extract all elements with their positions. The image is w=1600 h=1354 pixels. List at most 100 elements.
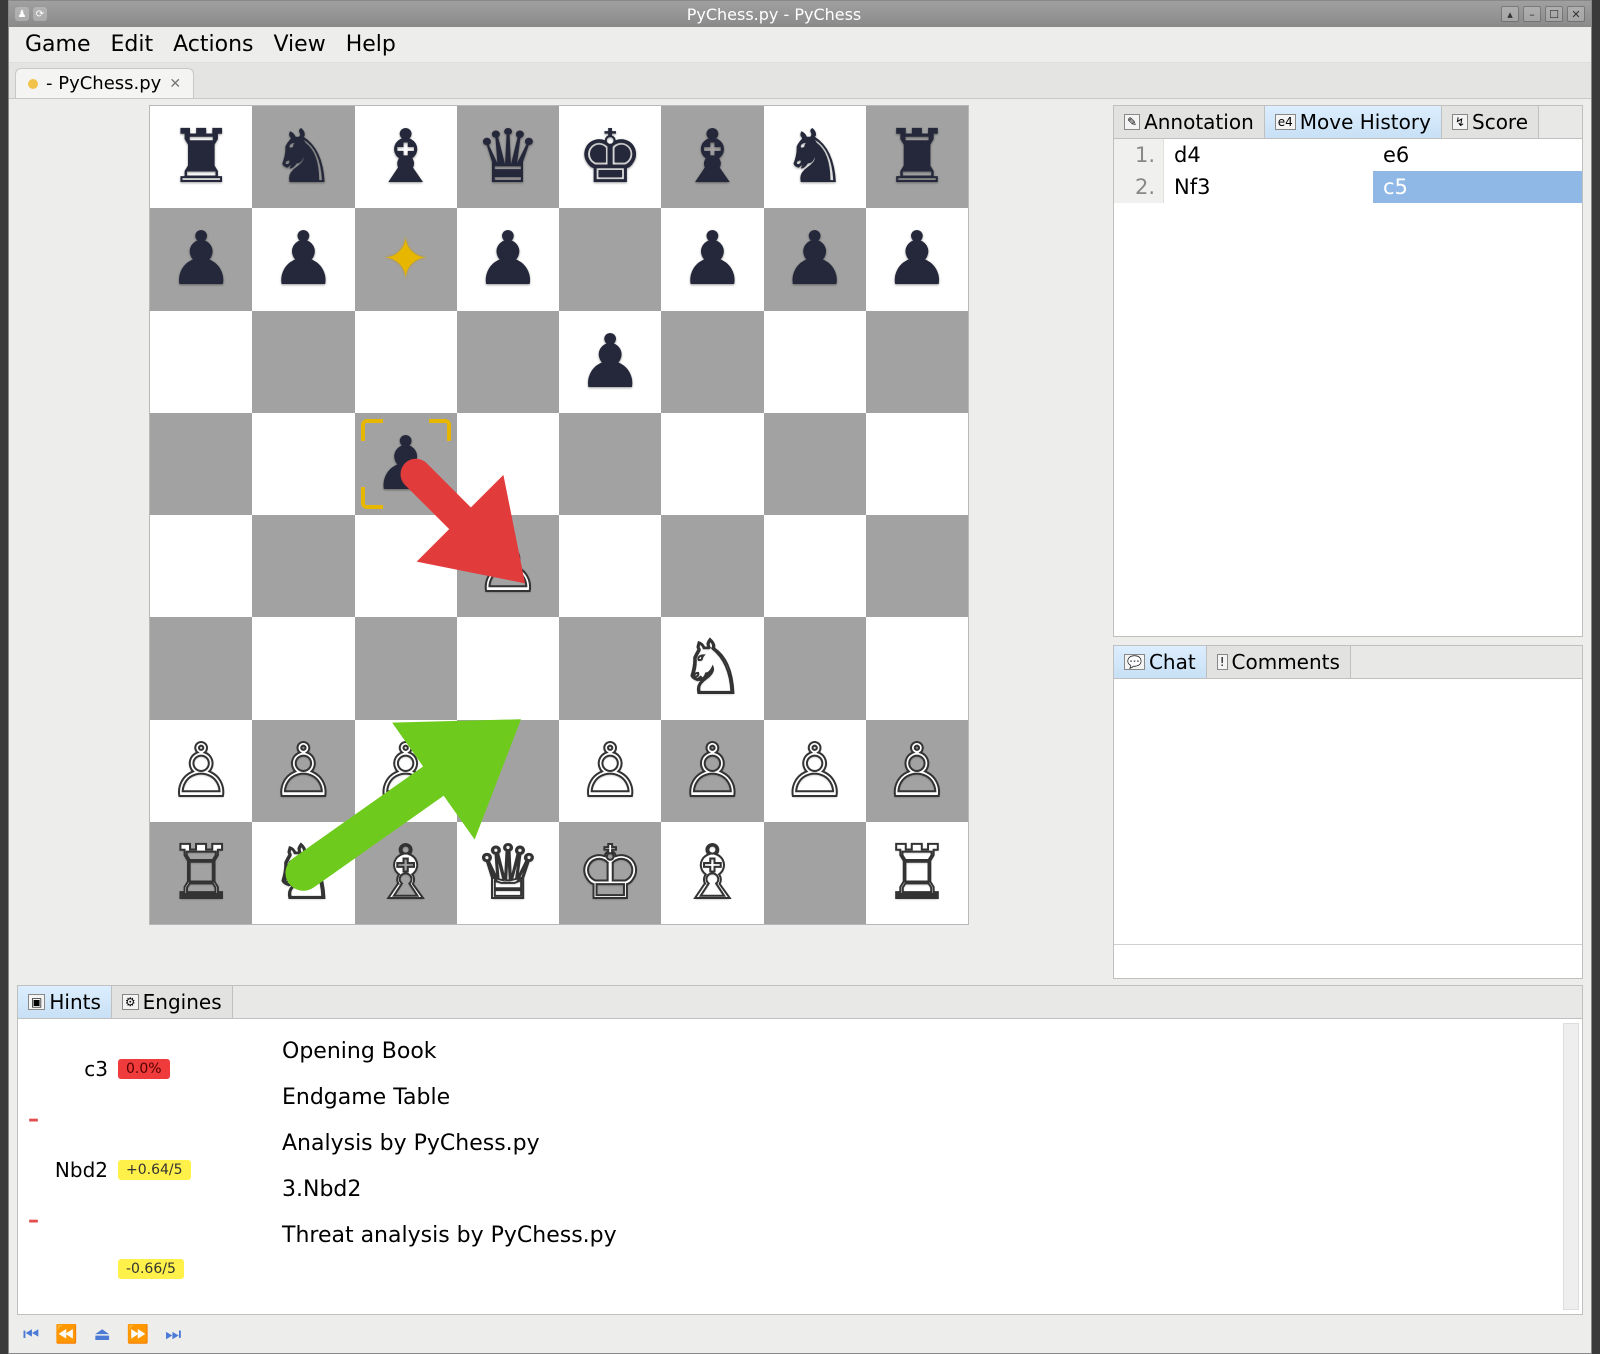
square-d6[interactable] [457, 311, 559, 413]
piece-wQ[interactable]: ♕ [475, 830, 541, 916]
piece-bK[interactable]: ♚ [577, 114, 643, 200]
square-h1[interactable]: ♖ [866, 822, 968, 924]
piece-bP[interactable]: ♟ [372, 421, 438, 507]
square-g4[interactable] [764, 515, 866, 617]
piece-wP[interactable]: ♙ [679, 728, 745, 814]
square-b4[interactable] [252, 515, 354, 617]
square-a2[interactable]: ♙ [150, 720, 252, 822]
square-a6[interactable] [150, 311, 252, 413]
square-f8[interactable]: ♝ [661, 106, 763, 208]
square-a1[interactable]: ♖ [150, 822, 252, 924]
menu-game[interactable]: Game [17, 28, 99, 61]
square-d5[interactable] [457, 413, 559, 515]
piece-bQ[interactable]: ♛ [475, 114, 541, 200]
hint-line[interactable]: -0.66/5 [28, 1259, 258, 1279]
square-b1[interactable]: ♘ [252, 822, 354, 924]
square-c2[interactable]: ♙ [355, 720, 457, 822]
playback-forward-icon[interactable]: ⏩ [127, 1324, 149, 1345]
window-minimize-button[interactable]: – [1523, 6, 1541, 22]
square-f3[interactable]: ♘ [661, 617, 763, 719]
menu-edit[interactable]: Edit [103, 28, 162, 61]
tab-comments[interactable]: !Comments [1207, 646, 1351, 678]
tab-move-history[interactable]: e4Move History [1265, 106, 1442, 138]
square-c3[interactable] [355, 617, 457, 719]
square-a8[interactable]: ♜ [150, 106, 252, 208]
square-h3[interactable] [866, 617, 968, 719]
hints-scrollbar[interactable] [1563, 1023, 1579, 1310]
piece-wP[interactable]: ♙ [781, 728, 847, 814]
square-f4[interactable] [661, 515, 763, 617]
piece-bN[interactable]: ♞ [270, 114, 336, 200]
square-f1[interactable]: ♗ [661, 822, 763, 924]
square-a7[interactable]: ♟ [150, 208, 252, 310]
menu-actions[interactable]: Actions [165, 28, 261, 61]
piece-wP[interactable]: ♙ [884, 728, 950, 814]
chat-input[interactable] [1114, 944, 1582, 978]
tab-close-icon[interactable]: ✕ [169, 76, 181, 92]
square-f5[interactable] [661, 413, 763, 515]
square-e1[interactable]: ♔ [559, 822, 661, 924]
piece-wP[interactable]: ♙ [270, 728, 336, 814]
piece-wN[interactable]: ♘ [679, 625, 745, 711]
piece-bP[interactable]: ♟ [270, 216, 336, 302]
piece-bR[interactable]: ♜ [884, 114, 950, 200]
square-b3[interactable] [252, 617, 354, 719]
square-d7[interactable]: ♟ [457, 208, 559, 310]
piece-wR[interactable]: ♖ [168, 830, 234, 916]
piece-bR[interactable]: ♜ [168, 114, 234, 200]
piece-wP[interactable]: ♙ [577, 728, 643, 814]
chess-board[interactable]: ♜♞♝♛♚♝♞♜♟♟✦♟♟♟♟♟♟♙♘♙♙♙♙♙♙♙♖♘♗♕♔♗♖ [149, 105, 969, 925]
move-white[interactable]: d4 [1164, 139, 1373, 171]
square-c6[interactable] [355, 311, 457, 413]
piece-wP[interactable]: ♙ [475, 523, 541, 609]
piece-wB[interactable]: ♗ [679, 830, 745, 916]
playback-last-icon[interactable]: ⏭ [165, 1324, 181, 1345]
chat-body[interactable] [1114, 679, 1582, 944]
square-c1[interactable]: ♗ [355, 822, 457, 924]
window-close-button[interactable]: ✕ [1567, 6, 1585, 22]
square-h6[interactable] [866, 311, 968, 413]
piece-bB[interactable]: ♝ [679, 114, 745, 200]
playback-rewind-icon[interactable]: ⏪ [55, 1324, 77, 1345]
move-black-selected[interactable]: c5 [1373, 171, 1582, 203]
move-white[interactable]: Nf3 [1164, 171, 1373, 203]
square-h4[interactable] [866, 515, 968, 617]
move-black[interactable]: e6 [1373, 139, 1582, 171]
square-b7[interactable]: ♟ [252, 208, 354, 310]
square-d8[interactable]: ♛ [457, 106, 559, 208]
square-g2[interactable]: ♙ [764, 720, 866, 822]
square-h8[interactable]: ♜ [866, 106, 968, 208]
piece-bN[interactable]: ♞ [781, 114, 847, 200]
square-d4[interactable]: ♙ [457, 515, 559, 617]
menu-view[interactable]: View [265, 28, 333, 61]
square-a4[interactable] [150, 515, 252, 617]
piece-bP[interactable]: ♟ [577, 319, 643, 405]
square-d1[interactable]: ♕ [457, 822, 559, 924]
piece-bP[interactable]: ♟ [475, 216, 541, 302]
square-g7[interactable]: ♟ [764, 208, 866, 310]
square-e8[interactable]: ♚ [559, 106, 661, 208]
square-e3[interactable] [559, 617, 661, 719]
piece-bB[interactable]: ♝ [372, 114, 438, 200]
playback-first-icon[interactable]: ⏮ [23, 1324, 39, 1345]
square-g5[interactable] [764, 413, 866, 515]
square-e2[interactable]: ♙ [559, 720, 661, 822]
square-g1[interactable] [764, 822, 866, 924]
piece-bP[interactable]: ♟ [884, 216, 950, 302]
square-h7[interactable]: ♟ [866, 208, 968, 310]
square-f2[interactable]: ♙ [661, 720, 763, 822]
playback-eject-icon[interactable]: ⏏ [94, 1324, 111, 1345]
square-g6[interactable] [764, 311, 866, 413]
square-c4[interactable] [355, 515, 457, 617]
tab-score[interactable]: ↯Score [1442, 106, 1539, 138]
square-a5[interactable] [150, 413, 252, 515]
square-e5[interactable] [559, 413, 661, 515]
square-b8[interactable]: ♞ [252, 106, 354, 208]
menu-help[interactable]: Help [338, 28, 404, 61]
tab-chat[interactable]: 💬Chat [1114, 646, 1207, 678]
square-h2[interactable]: ♙ [866, 720, 968, 822]
square-c5[interactable]: ♟ [355, 413, 457, 515]
tab-engines[interactable]: ⚙Engines [112, 986, 233, 1018]
move-history-list[interactable]: 1. d4 e6 2. Nf3 c5 [1114, 139, 1582, 636]
hint-line[interactable]: c3 0.0% [28, 1057, 258, 1081]
